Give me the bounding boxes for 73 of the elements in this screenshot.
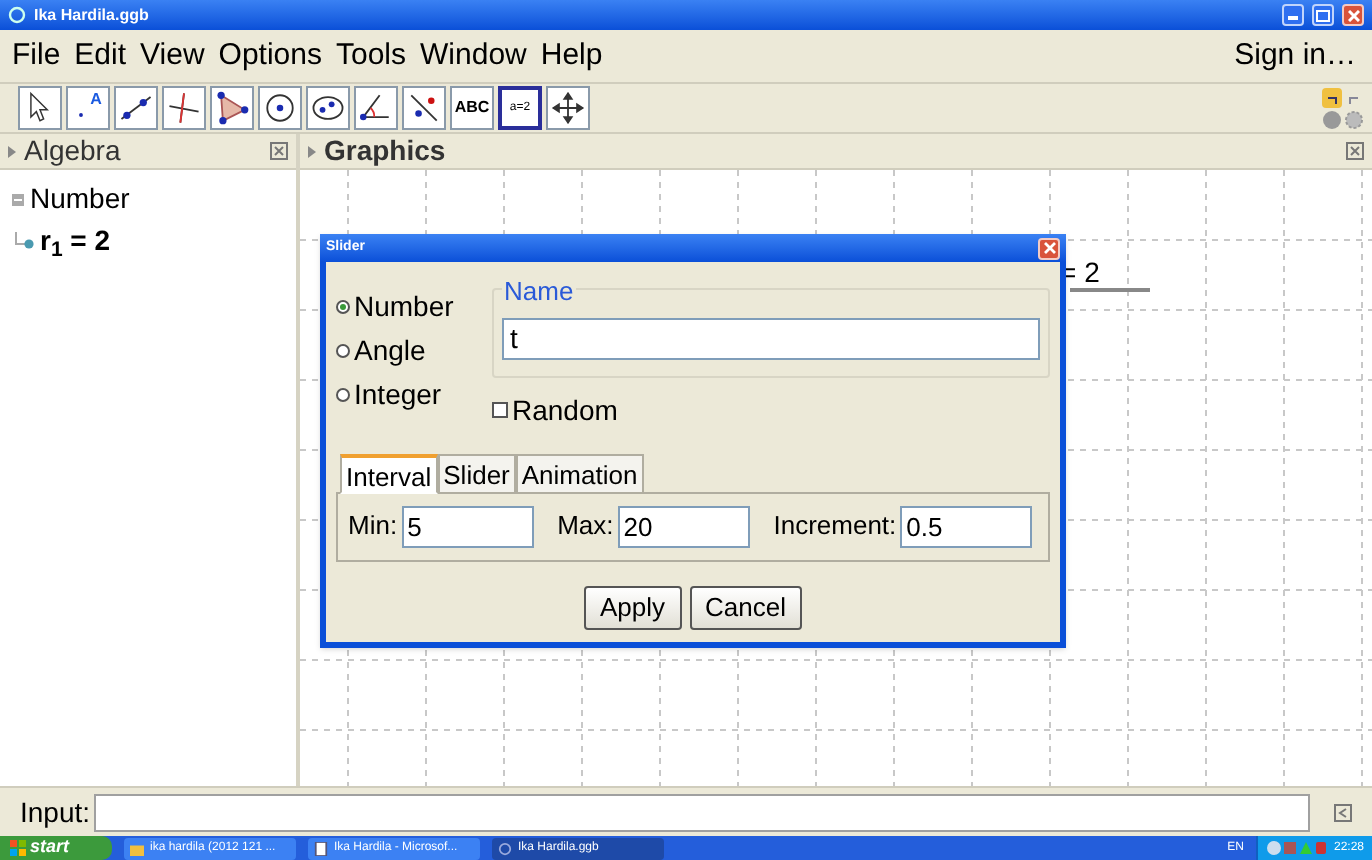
radio-option[interactable]: Integer bbox=[336, 376, 484, 414]
expand-icon bbox=[8, 145, 16, 157]
tree-item[interactable]: r$_{1}$ = 2 bbox=[40, 220, 111, 262]
menu-item[interactable]: Help bbox=[540, 33, 603, 79]
menu-item[interactable]: Tools bbox=[335, 33, 407, 79]
triangle-icon bbox=[212, 88, 252, 128]
tool-button[interactable]: ABC bbox=[450, 86, 494, 130]
dialog-button[interactable]: Cancel bbox=[689, 585, 802, 629]
tool-button[interactable] bbox=[546, 86, 590, 130]
tray-icons-drawing bbox=[1265, 840, 1326, 856]
field-label: Increment: bbox=[773, 508, 897, 545]
tool-button[interactable] bbox=[306, 86, 350, 130]
restore-icon bbox=[1316, 9, 1330, 21]
minimize-button[interactable] bbox=[1282, 4, 1304, 26]
field-label: Max: bbox=[557, 508, 614, 545]
minimize-icon bbox=[1288, 16, 1298, 20]
panel-title: Algebra bbox=[24, 132, 121, 170]
tree-branch-icon bbox=[14, 231, 34, 251]
windows-logo-icon bbox=[10, 840, 26, 856]
menu-item[interactable]: Options bbox=[218, 33, 322, 79]
dialog-button[interactable]: Apply bbox=[584, 585, 682, 629]
random-checkbox[interactable]: Random bbox=[492, 389, 1050, 431]
tab[interactable]: Interval bbox=[340, 453, 438, 493]
number-field[interactable]: 5 bbox=[401, 505, 534, 547]
close-icon bbox=[1347, 9, 1359, 21]
crossing-lines-icon bbox=[164, 88, 204, 128]
tool-button[interactable] bbox=[18, 86, 62, 130]
input-label: Input: bbox=[20, 793, 91, 832]
document-icon bbox=[314, 841, 328, 855]
close-icon bbox=[1041, 240, 1057, 256]
folder-icon bbox=[130, 841, 144, 855]
tool-button[interactable] bbox=[258, 86, 302, 130]
tool-button[interactable] bbox=[114, 86, 158, 130]
close-icon bbox=[270, 142, 288, 160]
input-field[interactable] bbox=[94, 793, 1310, 831]
help-icon bbox=[1322, 109, 1342, 129]
tab[interactable]: Slider bbox=[437, 453, 516, 493]
menu-item[interactable]: Window bbox=[420, 33, 527, 79]
name-field[interactable]: t bbox=[502, 317, 1040, 359]
tool-button[interactable]: A bbox=[66, 86, 110, 130]
expand-icon bbox=[308, 145, 316, 157]
collapse-icon bbox=[1334, 803, 1352, 821]
close-icon bbox=[1346, 142, 1364, 160]
window-title: Ika Hardila.ggb bbox=[34, 3, 149, 27]
menu-item[interactable]: View bbox=[140, 33, 205, 79]
tool-button[interactable] bbox=[402, 86, 446, 130]
start-button[interactable]: start bbox=[0, 836, 112, 860]
app-icon bbox=[8, 6, 26, 24]
tool-button[interactable] bbox=[210, 86, 254, 130]
tool-button[interactable] bbox=[354, 86, 398, 130]
slider-line bbox=[1070, 288, 1150, 292]
tree-item[interactable]: Number bbox=[30, 178, 130, 220]
circle-icon bbox=[260, 88, 300, 128]
radio-option[interactable]: Angle bbox=[336, 332, 484, 370]
number-field[interactable]: 0.5 bbox=[900, 505, 1033, 547]
undo-icon bbox=[1322, 87, 1342, 107]
settings-icon bbox=[1344, 109, 1364, 129]
menu-item[interactable]: Edit bbox=[74, 33, 127, 79]
menu-item[interactable]: File bbox=[12, 33, 61, 79]
close-button[interactable] bbox=[1038, 237, 1060, 259]
panel-title: Graphics bbox=[324, 132, 446, 170]
collapse-icon bbox=[12, 193, 24, 205]
close-button[interactable] bbox=[1342, 4, 1364, 26]
point-icon bbox=[74, 108, 89, 122]
number-field[interactable]: 20 bbox=[617, 505, 750, 547]
ring-icon bbox=[498, 841, 512, 855]
restore-button[interactable] bbox=[1312, 4, 1334, 26]
four-way-arrow-icon bbox=[548, 88, 588, 128]
field-label: Min: bbox=[348, 508, 398, 545]
radio-option[interactable]: Number bbox=[336, 288, 484, 326]
tab[interactable]: Animation bbox=[515, 453, 644, 493]
tool-button[interactable] bbox=[162, 86, 206, 130]
sign-in-link[interactable]: Sign in… bbox=[1234, 33, 1356, 79]
